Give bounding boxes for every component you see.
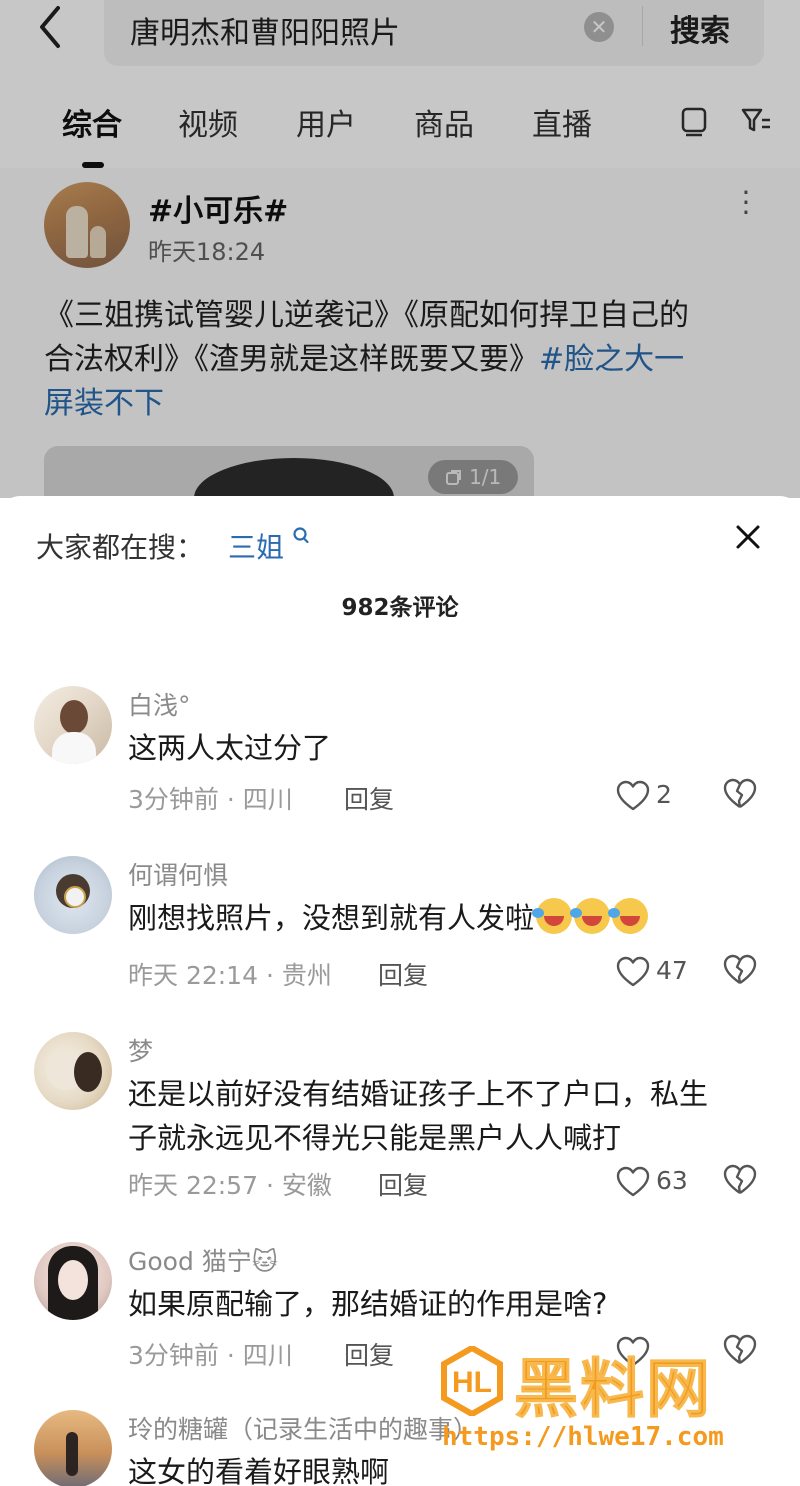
reply-button[interactable]: 回复 xyxy=(344,1336,394,1372)
watermark-url: https://hlwe17.com xyxy=(442,1422,724,1452)
comment-meta: 3分钟前 · 四川 xyxy=(128,780,293,816)
watermark-title: 黑料网 xyxy=(514,1353,712,1428)
avatar[interactable] xyxy=(34,686,112,764)
laugh-cry-emoji xyxy=(608,898,649,934)
comment-meta: 昨天 22:14 · 贵州 xyxy=(128,956,332,992)
comment-meta: 昨天 22:57 · 安徽 xyxy=(128,1166,332,1202)
comment-time: 3分钟前 xyxy=(128,785,219,814)
comment-time: 昨天 22:57 xyxy=(128,1171,258,1200)
comment-item: 白浅° 这两人太过分了 3分钟前 · 四川 回复 2 xyxy=(0,686,800,836)
like-button[interactable]: 47 xyxy=(600,954,690,994)
hot-search-term[interactable]: 三姐 xyxy=(228,526,284,566)
like-button[interactable]: 2 xyxy=(600,778,690,818)
comment-username[interactable]: 梦 xyxy=(128,1032,153,1068)
comment-username[interactable]: 何谓何惧 xyxy=(128,856,228,892)
reply-button[interactable]: 回复 xyxy=(344,780,394,816)
comment-username[interactable]: Good 猫宁🐱 xyxy=(128,1242,278,1278)
comment-location: 安徽 xyxy=(281,1171,332,1200)
heart-icon xyxy=(616,780,650,811)
avatar[interactable] xyxy=(34,1032,112,1110)
watermark-logo-icon: HL xyxy=(440,1344,504,1418)
comment-username[interactable]: 白浅° xyxy=(128,686,191,722)
meta-separator: · xyxy=(258,961,282,990)
comment-count: 982条评论 xyxy=(341,595,459,621)
reply-button[interactable]: 回复 xyxy=(378,956,428,992)
avatar[interactable] xyxy=(34,1242,112,1320)
laugh-cry-emoji xyxy=(532,898,573,934)
comment-time: 昨天 22:14 xyxy=(128,961,258,990)
avatar[interactable] xyxy=(34,856,112,934)
comment-text-line-1: 还是以前好没有结婚证孩子上不了户口，私生 xyxy=(128,1077,709,1111)
comment-location: 四川 xyxy=(242,785,293,814)
broken-heart-icon xyxy=(723,1164,757,1194)
comment-item: 梦 还是以前好没有结婚证孩子上不了户口，私生 子就永远见不得光只能是黑户人人喊打… xyxy=(0,1032,800,1232)
like-count: 63 xyxy=(656,1166,688,1195)
dislike-button[interactable] xyxy=(722,778,762,818)
broken-heart-icon xyxy=(723,778,757,808)
heart-icon xyxy=(616,1166,650,1197)
comment-text[interactable]: 这两人太过分了 xyxy=(128,726,768,770)
meta-separator: · xyxy=(258,1171,282,1200)
hot-search-label: 大家都在搜： xyxy=(36,531,205,564)
comment-text[interactable]: 还是以前好没有结婚证孩子上不了户口，私生 子就永远见不得光只能是黑户人人喊打 xyxy=(128,1072,768,1160)
like-count: 47 xyxy=(656,956,688,985)
comment-item: 何谓何惧 刚想找照片，没想到就有人发啦 昨天 22:14 · 贵州 回复 47 xyxy=(0,856,800,1016)
like-button[interactable]: 63 xyxy=(600,1164,690,1204)
meta-separator: · xyxy=(218,785,243,814)
comment-location: 四川 xyxy=(242,1341,293,1370)
heart-icon xyxy=(616,956,650,987)
dislike-button[interactable] xyxy=(722,954,762,994)
comment-text[interactable]: 刚想找照片，没想到就有人发啦 xyxy=(128,896,768,940)
comment-time: 3分钟前 xyxy=(128,1341,219,1370)
broken-heart-icon xyxy=(723,954,757,984)
svg-text:HL: HL xyxy=(452,1366,492,1399)
comment-username[interactable]: 玲的糖罐（记录生活中的趣事） xyxy=(128,1410,478,1446)
comment-text-body: 刚想找照片，没想到就有人发啦 xyxy=(128,901,535,935)
reply-button[interactable]: 回复 xyxy=(378,1166,428,1202)
comment-text[interactable]: 如果原配输了，那结婚证的作用是啥? xyxy=(128,1282,768,1326)
laugh-cry-emoji xyxy=(570,898,611,934)
dislike-button[interactable] xyxy=(722,1164,762,1204)
comment-location: 贵州 xyxy=(281,961,332,990)
comment-meta: 3分钟前 · 四川 xyxy=(128,1336,293,1372)
close-icon[interactable] xyxy=(730,522,766,558)
watermark: HL 黑料网 https://hlwe17.com xyxy=(440,1336,780,1456)
like-count: 2 xyxy=(656,780,672,809)
meta-separator: · xyxy=(218,1341,243,1370)
comment-text-line-2: 子就永远见不得光只能是黑户人人喊打 xyxy=(128,1121,622,1155)
search-icon[interactable] xyxy=(292,526,310,551)
avatar[interactable] xyxy=(34,1410,112,1486)
dim-overlay[interactable] xyxy=(0,0,800,498)
